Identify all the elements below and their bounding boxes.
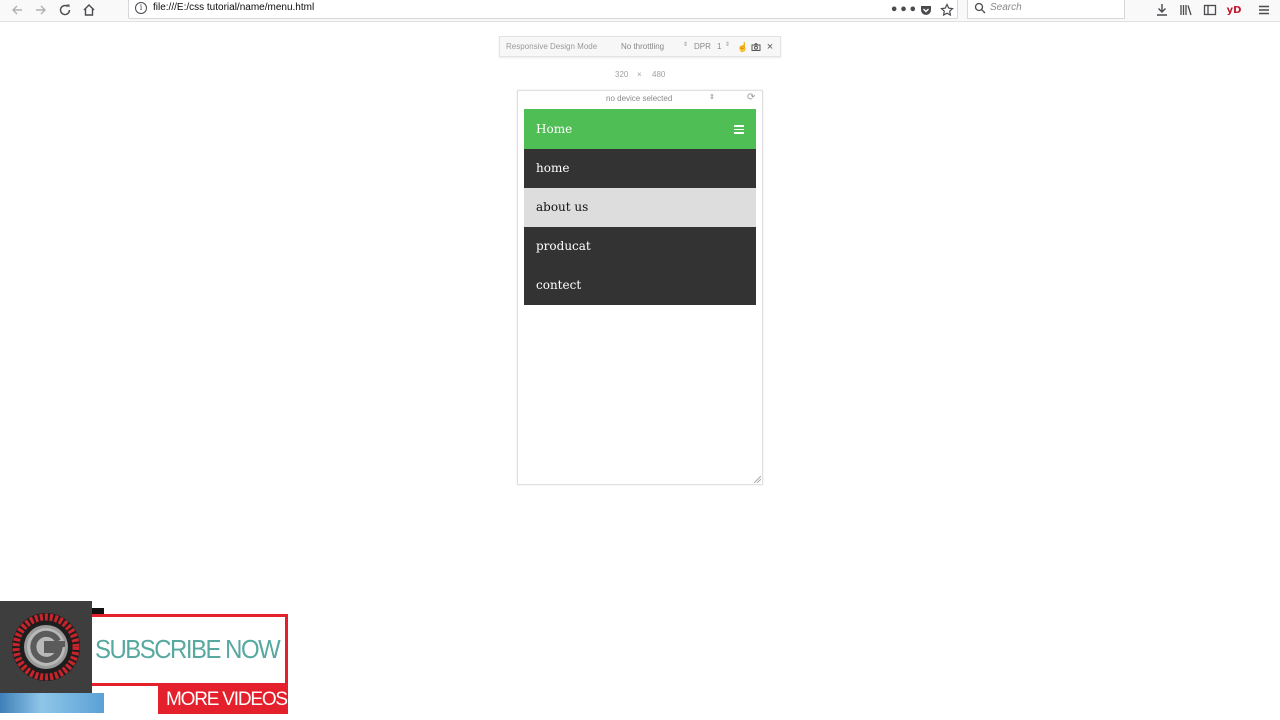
channel-logo-icon (12, 613, 80, 681)
nav-title[interactable]: Home (536, 122, 572, 136)
search-placeholder: Search (990, 2, 1022, 13)
nav-menu: home about us producat contect (524, 149, 756, 305)
library-icon[interactable] (1176, 1, 1196, 19)
viewport-width[interactable]: 320 (615, 70, 628, 79)
device-viewport: no device selected ⇕ ⟳ Home home about u… (517, 90, 763, 485)
back-icon[interactable] (7, 1, 27, 19)
info-icon[interactable]: i (135, 2, 147, 14)
rotate-viewport-icon[interactable]: ⟳ (747, 92, 755, 103)
more-videos-text[interactable]: MORE VIDEOS (166, 689, 288, 711)
resize-handle-icon[interactable] (753, 475, 761, 483)
download-icon[interactable] (1152, 1, 1172, 19)
dpr-select[interactable]: 1 (717, 42, 721, 51)
viewport-height[interactable]: 480 (652, 70, 665, 79)
menu-item-producat[interactable]: producat (524, 227, 756, 266)
url-bar[interactable]: i file:///E:/css tutorial/name/menu.html (128, 0, 958, 19)
subscribe-text[interactable]: SUBSCRIBE NOW (95, 634, 281, 665)
hamburger-icon[interactable] (734, 125, 744, 134)
throttling-arrow-icon: ⇕ (683, 42, 689, 48)
dpr-label: DPR (694, 42, 711, 51)
screenshot-icon[interactable] (751, 42, 761, 52)
menu-item-about-us[interactable]: about us (524, 188, 756, 227)
device-header: no device selected ⇕ ⟳ (518, 91, 762, 106)
touch-simulation-icon[interactable]: ☝ (737, 42, 748, 52)
url-text: file:///E:/css tutorial/name/menu.html (153, 2, 315, 13)
nav-header: Home (524, 109, 756, 149)
bookmark-star-icon[interactable] (937, 1, 957, 19)
dimension-separator: × (637, 70, 642, 79)
rdm-title: Responsive Design Mode (506, 42, 598, 51)
browser-toolbar: i file:///E:/css tutorial/name/menu.html… (0, 0, 1280, 22)
sidebar-icon[interactable] (1200, 1, 1220, 19)
menu-item-contect[interactable]: contect (524, 266, 756, 305)
search-bar[interactable]: Search (967, 0, 1125, 19)
logo-base (0, 693, 104, 713)
throttling-select[interactable]: No throttling (621, 42, 664, 51)
menu-icon[interactable] (1254, 1, 1274, 19)
search-icon (974, 2, 986, 14)
close-icon[interactable]: × (765, 42, 775, 53)
forward-icon[interactable] (31, 1, 51, 19)
page-actions-icon[interactable]: ••• (890, 1, 917, 19)
menu-item-home[interactable]: home (524, 149, 756, 188)
profile-badge-icon[interactable]: yD (1224, 1, 1244, 19)
device-arrow-icon: ⇕ (709, 94, 715, 101)
channel-logo[interactable] (0, 601, 92, 693)
home-icon[interactable] (79, 1, 99, 19)
responsive-design-toolbar: Responsive Design Mode No throttling ⇕ D… (499, 36, 781, 57)
reload-icon[interactable] (55, 1, 75, 19)
pocket-icon[interactable] (916, 1, 936, 19)
dpr-arrow-icon: ⇕ (725, 42, 731, 48)
page-content: Home home about us producat contect (524, 109, 756, 305)
device-select[interactable]: no device selected (606, 94, 672, 103)
